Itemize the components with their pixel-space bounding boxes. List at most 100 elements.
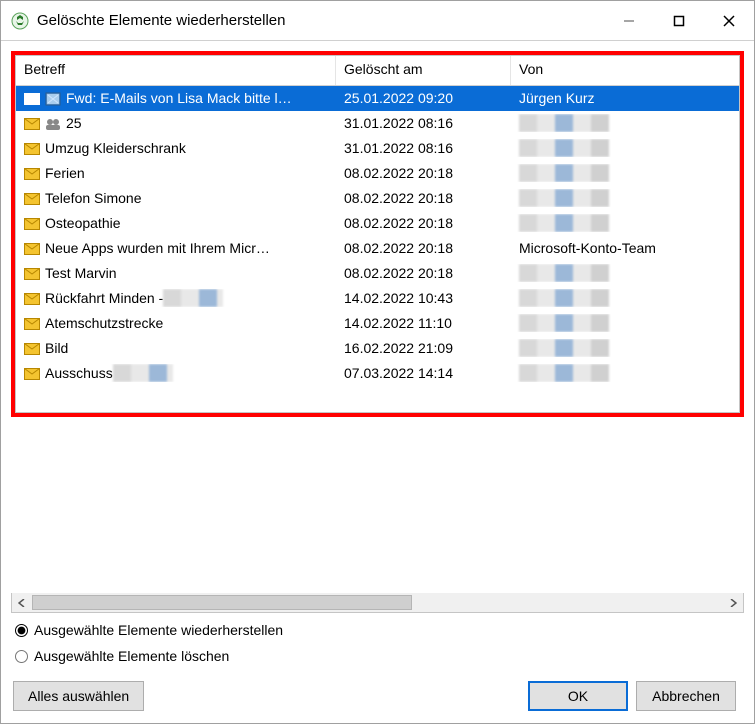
table-row[interactable]: Telefon Simone 08.02.2022 20:18: [16, 186, 739, 211]
cell-deleted: 25.01.2022 09:20: [336, 90, 511, 106]
scroll-left-button[interactable]: [12, 593, 32, 612]
ok-label: OK: [568, 688, 588, 704]
redacted-block: [163, 289, 223, 307]
subject-text: Atemschutzstrecke: [45, 315, 163, 331]
option-restore-label: Ausgewählte Elemente wiederherstellen: [34, 622, 283, 638]
dialog-body: Betreff Gelöscht am Von Fwd: E-Mails von…: [1, 41, 754, 723]
from-text: Microsoft-Konto-Team: [519, 240, 656, 256]
items-list-highlighted: Betreff Gelöscht am Von Fwd: E-Mails von…: [11, 51, 744, 417]
horizontal-scrollbar[interactable]: [11, 593, 744, 613]
mail-icon: [24, 192, 40, 204]
items-list[interactable]: Betreff Gelöscht am Von Fwd: E-Mails von…: [15, 55, 740, 413]
minimize-button[interactable]: [604, 1, 654, 40]
table-row[interactable]: Ferien08.02.2022 20:18: [16, 161, 739, 186]
cell-subject: Neue Apps wurden mit Ihrem Micr…: [16, 240, 336, 256]
cell-deleted: 31.01.2022 08:16: [336, 115, 511, 131]
cell-deleted: 08.02.2022 20:18: [336, 265, 511, 281]
cell-from: [511, 139, 739, 157]
subject-text: Osteopathie: [45, 215, 121, 231]
cell-deleted: 14.02.2022 10:43: [336, 290, 511, 306]
mail-icon: [24, 217, 40, 229]
table-row[interactable]: Fwd: E-Mails von Lisa Mack bitte l… 25.01…: [16, 86, 739, 111]
table-row[interactable]: Osteopathie 08.02.2022 20:18: [16, 211, 739, 236]
cell-subject: Atemschutzstrecke: [16, 315, 336, 331]
mail-icon: [24, 142, 40, 154]
cell-deleted: 08.02.2022 20:18: [336, 240, 511, 256]
table-row[interactable]: 25 31.01.2022 08:16: [16, 111, 739, 136]
redacted-block: [519, 264, 609, 282]
mail-icon: [24, 292, 40, 304]
subject-text: Fwd: E-Mails von Lisa Mack bitte l…: [66, 90, 292, 106]
cell-from: [511, 364, 739, 382]
from-text: Jürgen Kurz: [519, 90, 594, 106]
table-row[interactable]: Umzug Kleiderschrank31.01.2022 08:16: [16, 136, 739, 161]
column-headers: Betreff Gelöscht am Von: [16, 56, 739, 86]
cell-from: [511, 339, 739, 357]
ok-button[interactable]: OK: [528, 681, 628, 711]
window-controls: [604, 1, 754, 40]
option-delete-label: Ausgewählte Elemente löschen: [34, 648, 229, 664]
mail-icon: [24, 317, 40, 329]
table-row[interactable]: Bild 16.02.2022 21:09: [16, 336, 739, 361]
cell-subject: Test Marvin: [16, 265, 336, 281]
scroll-thumb[interactable]: [32, 595, 412, 610]
close-button[interactable]: [704, 1, 754, 40]
subject-text: Telefon Simone: [45, 190, 142, 206]
action-options: Ausgewählte Elemente wiederherstellen Au…: [11, 613, 744, 675]
redacted-block: [519, 164, 609, 182]
scroll-track[interactable]: [32, 593, 723, 612]
cancel-button[interactable]: Abbrechen: [636, 681, 736, 711]
redacted-block: [519, 114, 609, 132]
redacted-block: [519, 289, 609, 307]
redacted-block: [519, 189, 609, 207]
subject-text: Neue Apps wurden mit Ihrem Micr…: [45, 240, 270, 256]
recycle-icon: [11, 12, 29, 30]
cell-deleted: 16.02.2022 21:09: [336, 340, 511, 356]
cell-subject: Rückfahrt Minden -: [16, 289, 336, 307]
mail-icon: [24, 242, 40, 254]
redacted-block: [519, 139, 609, 157]
redacted-block: [519, 339, 609, 357]
titlebar: Gelöschte Elemente wiederherstellen: [1, 1, 754, 41]
option-delete-radio[interactable]: [15, 650, 28, 663]
cell-from: [511, 289, 739, 307]
redacted-block: [519, 364, 609, 382]
option-restore-radio[interactable]: [15, 624, 28, 637]
subject-text: 25: [66, 115, 82, 131]
maximize-button[interactable]: [654, 1, 704, 40]
mail-icon: [24, 267, 40, 279]
table-row[interactable]: Rückfahrt Minden - 14.02.2022 10:43: [16, 286, 739, 311]
table-row[interactable]: Ausschuss 07.03.2022 14:14: [16, 361, 739, 386]
cell-deleted: 14.02.2022 11:10: [336, 315, 511, 331]
mail-icon: [24, 342, 40, 354]
cancel-label: Abbrechen: [652, 688, 720, 704]
mail-icon: [24, 92, 40, 104]
table-row[interactable]: Neue Apps wurden mit Ihrem Micr… 08.02.20…: [16, 236, 739, 261]
column-header-from[interactable]: Von: [511, 56, 739, 85]
dialog-buttons: Alles auswählen OK Abbrechen: [11, 675, 744, 723]
select-all-button[interactable]: Alles auswählen: [13, 681, 144, 711]
redacted-block: [519, 314, 609, 332]
cell-deleted: 08.02.2022 20:18: [336, 215, 511, 231]
subject-text: Rückfahrt Minden -: [45, 290, 163, 306]
column-header-subject[interactable]: Betreff: [16, 56, 336, 85]
cell-from: [511, 164, 739, 182]
cell-subject: Ferien: [16, 165, 336, 181]
group-icon: [45, 117, 61, 129]
cell-from: Microsoft-Konto-Team: [511, 240, 739, 256]
select-all-label: Alles auswählen: [28, 688, 129, 704]
subject-text: Bild: [45, 340, 68, 356]
option-restore[interactable]: Ausgewählte Elemente wiederherstellen: [13, 617, 744, 643]
option-delete[interactable]: Ausgewählte Elemente löschen: [13, 643, 744, 669]
mail-icon: [24, 167, 40, 179]
subject-text: Ausschuss: [45, 365, 113, 381]
cell-deleted: 08.02.2022 20:18: [336, 190, 511, 206]
cell-from: Jürgen Kurz: [511, 90, 739, 106]
scroll-right-button[interactable]: [723, 593, 743, 612]
table-row[interactable]: Atemschutzstrecke 14.02.2022 11:10: [16, 311, 739, 336]
cell-from: [511, 189, 739, 207]
table-row[interactable]: Test Marvin08.02.2022 20:18: [16, 261, 739, 286]
column-header-deleted[interactable]: Gelöscht am: [336, 56, 511, 85]
cell-subject: Ausschuss: [16, 364, 336, 382]
redacted-block: [113, 364, 173, 382]
